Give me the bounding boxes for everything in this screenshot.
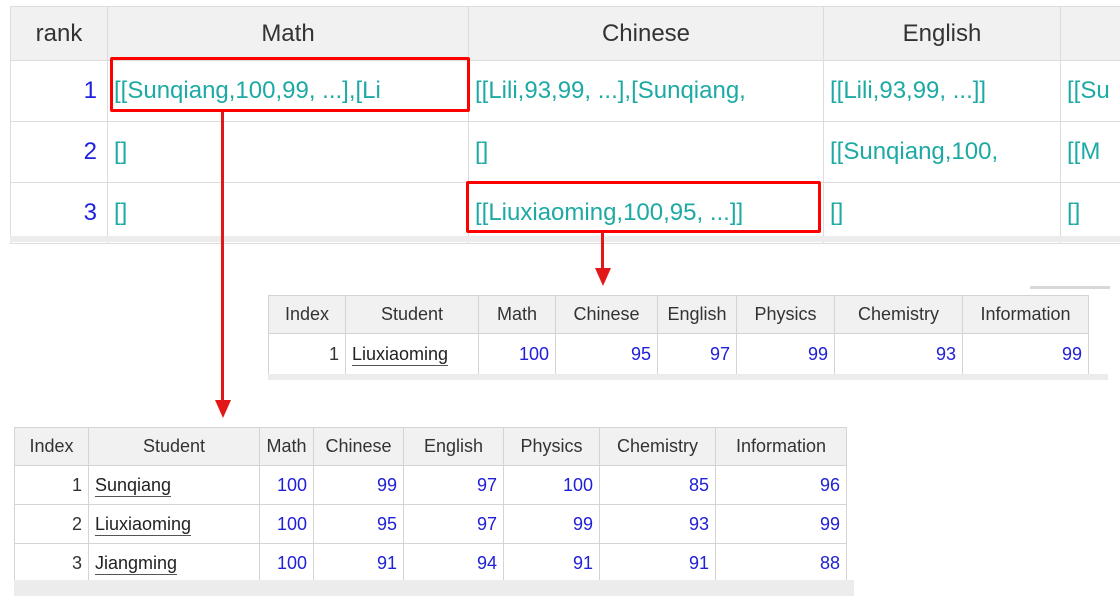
row-filler (846, 465, 855, 505)
column-header-chinese[interactable]: Chinese (555, 295, 658, 334)
student-name-link[interactable]: Sunqiang (95, 474, 172, 497)
physics-score-cell[interactable]: 99 (736, 333, 835, 375)
detail-header-row: Index Student Math Chinese English Physi… (14, 427, 855, 466)
information-score-cell[interactable]: 88 (715, 543, 847, 583)
header-filler (846, 427, 855, 466)
english-score-cell[interactable]: 97 (657, 333, 737, 375)
next-sequence-cell[interactable]: [] (1060, 182, 1120, 244)
student-name-link[interactable]: Liuxiaoming (95, 513, 192, 536)
chemistry-score-cell[interactable]: 91 (599, 543, 716, 583)
column-header-english[interactable]: English (657, 295, 737, 334)
chinese-score-cell[interactable]: 95 (313, 504, 404, 544)
column-header-math[interactable]: Math (478, 295, 556, 334)
english-score-cell[interactable]: 97 (403, 504, 504, 544)
table-row: 2 [] [] [[Sunqiang,100, [[M (10, 121, 1120, 183)
column-header-chinese[interactable]: Chinese (468, 6, 824, 61)
column-header-chemistry[interactable]: Chemistry (599, 427, 716, 466)
index-cell[interactable]: 2 (14, 504, 89, 544)
table-row: 2 Liuxiaoming 100 95 97 99 93 99 (14, 504, 855, 544)
column-header-rank[interactable]: rank (10, 6, 108, 61)
highlight-chinese-rank3 (466, 181, 821, 233)
student-name-link[interactable]: Jiangming (95, 552, 178, 575)
column-header-chinese[interactable]: Chinese (313, 427, 404, 466)
information-score-cell[interactable]: 96 (715, 465, 847, 505)
row-filler (846, 504, 855, 544)
math-score-cell[interactable]: 100 (259, 543, 314, 583)
english-sequence-cell[interactable]: [] (823, 182, 1061, 244)
english-sequence-cell[interactable]: [[Lili,93,99, ...]] (823, 60, 1061, 122)
column-header-math[interactable]: Math (259, 427, 314, 466)
chinese-score-cell[interactable]: 95 (555, 333, 658, 375)
sub-grid-top-strip (1030, 286, 1110, 289)
chinese-rank3-detail-grid: Index Student Math Chinese English Physi… (268, 295, 1109, 375)
next-sequence-cell[interactable]: [[Su (1060, 60, 1120, 122)
chinese-score-cell[interactable]: 99 (313, 465, 404, 505)
column-header-index[interactable]: Index (268, 295, 346, 334)
student-name-link[interactable]: Liuxiaoming (352, 343, 449, 366)
row-filler (1088, 333, 1109, 375)
english-sequence-cell[interactable]: [[Sunqiang,100, (823, 121, 1061, 183)
index-cell[interactable]: 1 (268, 333, 346, 375)
index-cell[interactable]: 1 (14, 465, 89, 505)
column-header-math[interactable]: Math (107, 6, 469, 61)
column-header-information[interactable]: Information (715, 427, 847, 466)
student-cell[interactable]: Jiangming (88, 543, 260, 583)
column-header-student[interactable]: Student (345, 295, 479, 334)
arrow-to-chinese-detail-head (595, 268, 611, 286)
chemistry-score-cell[interactable]: 85 (599, 465, 716, 505)
information-score-cell[interactable]: 99 (962, 333, 1089, 375)
math-score-cell[interactable]: 100 (478, 333, 556, 375)
highlight-math-rank1 (110, 57, 470, 112)
chinese-sequence-cell[interactable]: [[Lili,93,99, ...],[Sunqiang, (468, 60, 824, 122)
column-header-chemistry[interactable]: Chemistry (834, 295, 963, 334)
chinese-score-cell[interactable]: 91 (313, 543, 404, 583)
math-sequence-cell[interactable]: [] (107, 182, 469, 244)
column-header-english[interactable]: English (403, 427, 504, 466)
grid-bottom-edge (10, 236, 1120, 242)
table-row: 1 Liuxiaoming 100 95 97 99 93 99 (268, 333, 1109, 375)
column-header-index[interactable]: Index (14, 427, 89, 466)
table-row: 1 Sunqiang 100 99 97 100 85 96 (14, 465, 855, 505)
row-filler (846, 543, 855, 583)
math-sequence-cell[interactable]: [] (107, 121, 469, 183)
chemistry-score-cell[interactable]: 93 (599, 504, 716, 544)
student-cell[interactable]: Sunqiang (88, 465, 260, 505)
math-score-cell[interactable]: 100 (259, 465, 314, 505)
rank-cell[interactable]: 2 (10, 121, 108, 183)
column-header-next[interactable] (1060, 6, 1120, 61)
arrow-to-math-detail-line (221, 112, 224, 402)
detail-grid-bottom-edge (268, 374, 1108, 380)
column-header-physics[interactable]: Physics (503, 427, 600, 466)
student-cell[interactable]: Liuxiaoming (88, 504, 260, 544)
column-header-english[interactable]: English (823, 6, 1061, 61)
table-row: 3 Jiangming 100 91 94 91 91 88 (14, 543, 855, 583)
next-sequence-cell[interactable]: [[M (1060, 121, 1120, 183)
chinese-sequence-cell[interactable]: [] (468, 121, 824, 183)
information-score-cell[interactable]: 99 (715, 504, 847, 544)
arrow-to-math-detail-head (215, 400, 231, 418)
english-score-cell[interactable]: 97 (403, 465, 504, 505)
header-filler (1088, 295, 1109, 334)
student-cell[interactable]: Liuxiaoming (345, 333, 479, 375)
arrow-to-chinese-detail-line (601, 233, 604, 270)
index-cell[interactable]: 3 (14, 543, 89, 583)
column-header-student[interactable]: Student (88, 427, 260, 466)
math-rank1-detail-grid: Index Student Math Chinese English Physi… (14, 427, 855, 583)
column-header-physics[interactable]: Physics (736, 295, 835, 334)
rank-cell[interactable]: 3 (10, 182, 108, 244)
main-grid-header-row: rank Math Chinese English (10, 6, 1120, 61)
detail-grid-bottom-edge (14, 580, 854, 596)
math-score-cell[interactable]: 100 (259, 504, 314, 544)
detail-header-row: Index Student Math Chinese English Physi… (268, 295, 1109, 334)
chemistry-score-cell[interactable]: 93 (834, 333, 963, 375)
english-score-cell[interactable]: 94 (403, 543, 504, 583)
physics-score-cell[interactable]: 91 (503, 543, 600, 583)
column-header-information[interactable]: Information (962, 295, 1089, 334)
rank-cell[interactable]: 1 (10, 60, 108, 122)
physics-score-cell[interactable]: 100 (503, 465, 600, 505)
physics-score-cell[interactable]: 99 (503, 504, 600, 544)
